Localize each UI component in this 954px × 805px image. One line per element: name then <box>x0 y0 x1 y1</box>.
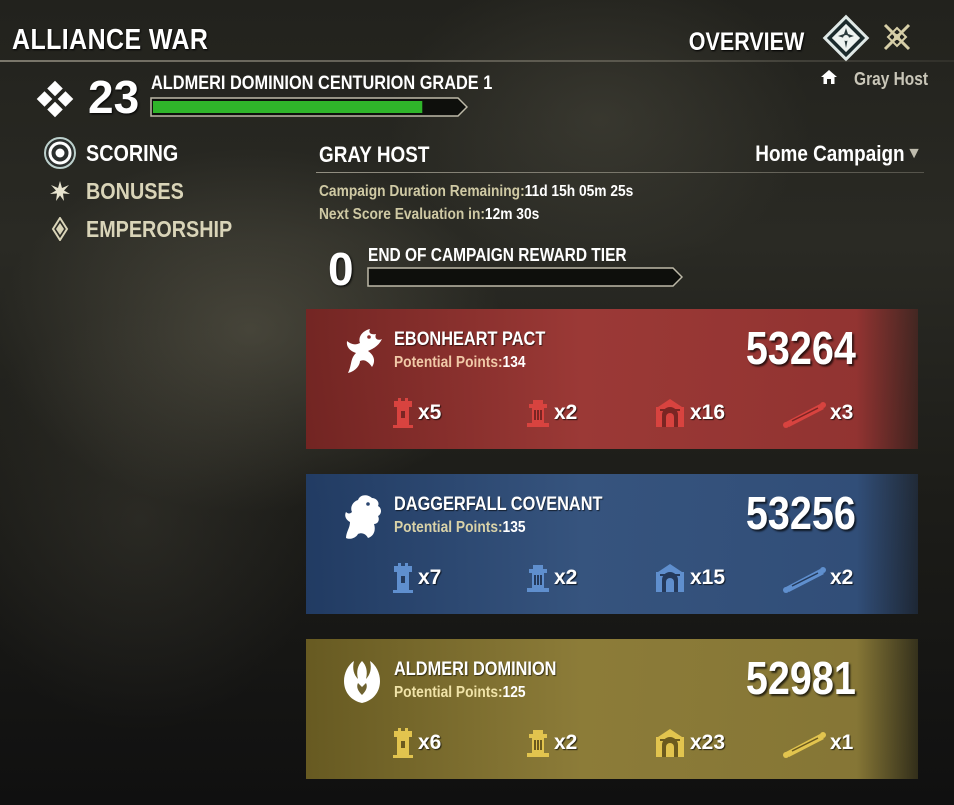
overview-emblem-icon[interactable] <box>822 14 870 62</box>
header-divider <box>0 60 954 62</box>
elder-scroll-icon <box>780 563 828 593</box>
outposts-held: x2 <box>524 560 577 596</box>
reward-tier-progress-bar <box>367 267 684 287</box>
potential-points: Potential Points:135 <box>394 519 526 536</box>
next-score-evaluation: Next Score Evaluation in:12m 30s <box>319 206 540 223</box>
campaign-duration: Campaign Duration Remaining:11d 15h 05m … <box>319 183 634 200</box>
outpost-icon <box>524 398 552 428</box>
rank-title: ALDMERI DOMINION CENTURION GRADE 1 <box>151 73 493 94</box>
reward-tier-title: END OF CAMPAIGN REWARD TIER <box>368 245 627 265</box>
alliance-score: 52981 <box>745 652 856 704</box>
alliance-panel-ebonheart-pact: EBONHEART PACT Potential Points:134 5326… <box>306 309 918 449</box>
outpost-icon <box>524 728 552 758</box>
crossed-swords-icon[interactable] <box>880 20 914 54</box>
lion-crest-icon <box>338 490 386 542</box>
towns-held: x16 <box>652 395 725 431</box>
scrolls-held: x3 <box>780 395 853 431</box>
eagle-crest-icon <box>338 655 386 707</box>
potential-points: Potential Points:134 <box>394 354 526 371</box>
alliance-name: EBONHEART PACT <box>394 329 546 350</box>
keeps-held: x6 <box>390 725 441 761</box>
keep-tower-icon <box>390 562 416 594</box>
starburst-icon <box>42 174 78 208</box>
keeps-held: x7 <box>390 560 441 596</box>
elder-scroll-icon <box>780 398 828 428</box>
alliance-panel-aldmeri-dominion: ALDMERI DOMINION Potential Points:125 52… <box>306 639 918 779</box>
alliance-war-screen: { "header": { "title": "ALLIANCE WAR", "… <box>0 0 954 805</box>
rank-progress-bar <box>150 97 469 117</box>
alliance-score: 53264 <box>745 322 856 374</box>
campaign-selector-dropdown[interactable]: Home Campaign ▼ <box>731 141 922 167</box>
elder-scroll-icon <box>780 728 828 758</box>
home-icon <box>820 69 838 90</box>
rank-progress-fill <box>153 101 423 113</box>
nav-item-label: EMPERORSHIP <box>86 215 233 242</box>
outposts-held: x2 <box>524 395 577 431</box>
page-title: ALLIANCE WAR <box>12 24 209 56</box>
reward-tier-number: 0 <box>328 243 354 295</box>
town-icon <box>652 727 688 759</box>
home-campaign-indicator: Gray Host <box>820 68 928 90</box>
nav-item-scoring[interactable]: SCORING <box>42 136 262 170</box>
keep-tower-icon <box>390 727 416 759</box>
chevron-down-icon: ▼ <box>906 145 922 162</box>
alliance-panel-daggerfall-covenant: DAGGERFALL COVENANT Potential Points:135… <box>306 474 918 614</box>
campaign-divider <box>316 172 924 173</box>
rank-diamond-icon <box>36 80 74 118</box>
dragon-crest-icon <box>338 325 386 377</box>
nav-item-label: BONUSES <box>86 177 184 204</box>
towns-held: x23 <box>652 725 725 761</box>
rank-number: 23 <box>88 71 140 123</box>
outposts-held: x2 <box>524 725 577 761</box>
towns-held: x15 <box>652 560 725 596</box>
scrolls-held: x2 <box>780 560 853 596</box>
nav-item-bonuses[interactable]: BONUSES <box>42 174 262 208</box>
potential-points: Potential Points:125 <box>394 684 526 701</box>
nav-item-emperorship[interactable]: EMPERORSHIP <box>42 212 262 246</box>
keeps-held: x5 <box>390 395 441 431</box>
scrolls-held: x1 <box>780 725 853 761</box>
alliance-name: DAGGERFALL COVENANT <box>394 494 603 515</box>
alliance-name: ALDMERI DOMINION <box>394 659 557 680</box>
gem-icon <box>42 212 78 246</box>
overview-label: OVERVIEW <box>688 28 804 56</box>
target-icon <box>42 136 78 170</box>
campaign-name: GRAY HOST <box>319 142 430 167</box>
town-icon <box>652 397 688 429</box>
alliance-score: 53256 <box>745 487 856 539</box>
town-icon <box>652 562 688 594</box>
outpost-icon <box>524 563 552 593</box>
keep-tower-icon <box>390 397 416 429</box>
nav-item-label: SCORING <box>86 139 179 166</box>
